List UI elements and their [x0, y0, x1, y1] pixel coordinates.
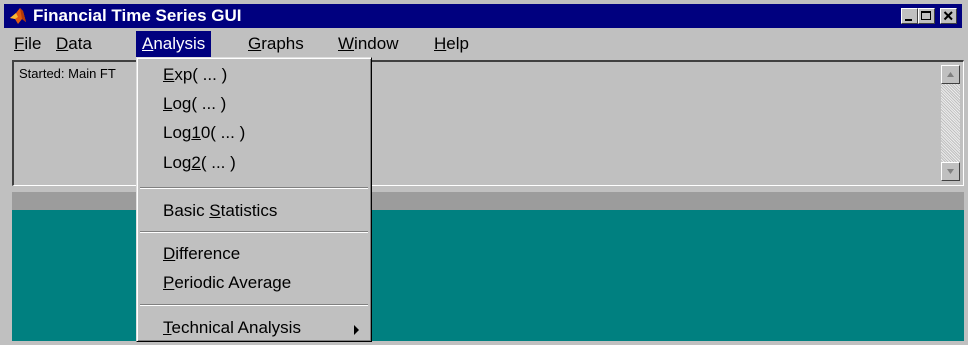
scroll-down-button[interactable] — [941, 162, 960, 181]
menu-separator — [140, 231, 368, 233]
app-window: Financial Time Series GUI File Data Anal… — [0, 0, 968, 345]
menu-window[interactable]: Window — [332, 31, 404, 57]
menu-data[interactable]: Data — [50, 31, 98, 57]
mnemonic-char: W — [338, 34, 355, 53]
mnemonic-char: H — [434, 34, 447, 53]
close-button[interactable] — [940, 8, 957, 24]
analysis-menu: Exp( ... ) Log( ... ) Log10( ... ) Log2(… — [136, 57, 372, 342]
menu-item-log10[interactable]: Log10( ... ) — [163, 120, 245, 146]
menu-item-basic-statistics[interactable]: Basic Statistics — [163, 198, 277, 224]
mnemonic-char: 2 — [191, 153, 201, 172]
scroll-up-button[interactable] — [941, 65, 960, 84]
menu-item-technical-analysis[interactable]: Technical Analysis — [163, 315, 301, 341]
close-icon — [943, 11, 953, 21]
title-bar[interactable]: Financial Time Series GUI — [4, 4, 962, 28]
mnemonic-char: 1 — [191, 123, 201, 142]
log-text: Started: Main FT — [19, 66, 116, 81]
menu-bar: File Data Analysis Graphs Window Help — [4, 31, 962, 57]
menu-help[interactable]: Help — [428, 31, 475, 57]
menu-item-periodic-average[interactable]: Periodic Average — [163, 270, 291, 296]
menu-item-log[interactable]: Log( ... ) — [163, 91, 226, 117]
mnemonic-char: D — [163, 244, 176, 263]
mnemonic-char: S — [209, 201, 221, 220]
menu-separator — [140, 304, 368, 306]
menu-item-log2[interactable]: Log2( ... ) — [163, 150, 236, 176]
minimize-button[interactable] — [901, 8, 918, 24]
menu-analysis[interactable]: Analysis — [136, 31, 212, 57]
mnemonic-char: A — [142, 34, 154, 53]
mnemonic-char: P — [163, 273, 175, 292]
chevron-right-icon — [354, 325, 359, 335]
mnemonic-char: D — [56, 34, 69, 53]
menu-separator — [140, 187, 368, 189]
mnemonic-char: E — [163, 65, 175, 84]
arrow-down-icon — [947, 169, 954, 174]
menu-graphs[interactable]: Graphs — [242, 31, 310, 57]
minimize-icon — [905, 19, 912, 21]
mnemonic-char: G — [248, 34, 262, 53]
mnemonic-char: F — [14, 34, 25, 53]
matlab-icon — [10, 8, 26, 24]
arrow-up-icon — [947, 72, 954, 77]
menu-item-exp[interactable]: Exp( ... ) — [163, 62, 227, 88]
menu-file[interactable]: File — [8, 31, 47, 57]
mnemonic-char: L — [163, 94, 173, 113]
mnemonic-char: T — [163, 318, 172, 337]
maximize-button[interactable] — [918, 8, 935, 24]
log-scrollbar[interactable] — [941, 65, 960, 181]
window-title: Financial Time Series GUI — [33, 6, 242, 25]
maximize-icon — [921, 11, 931, 20]
menu-item-difference[interactable]: Difference — [163, 241, 240, 267]
